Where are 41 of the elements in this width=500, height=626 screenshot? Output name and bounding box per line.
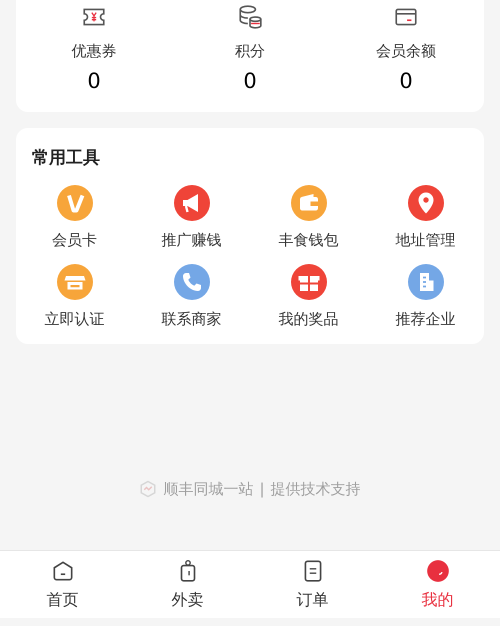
section-title: 常用工具 <box>32 146 101 170</box>
tool-label: 会员卡 <box>52 230 97 252</box>
coins-icon <box>237 4 263 30</box>
v-letter-icon <box>56 185 92 222</box>
gift-icon <box>290 264 326 300</box>
building-icon <box>408 264 444 300</box>
tool-item[interactable]: 推荐企业 <box>367 264 484 330</box>
megaphone-icon <box>174 185 210 222</box>
tab-item[interactable]: 外卖 <box>125 551 250 618</box>
tab-item[interactable]: 首页 <box>0 551 125 618</box>
tool-item[interactable]: 联系商家 <box>133 264 250 330</box>
tool-item[interactable]: 立即认证 <box>16 264 133 330</box>
tab-item[interactable]: 订单 <box>250 551 375 618</box>
tool-item[interactable]: 推广赚钱 <box>133 185 250 252</box>
asset-value: 0 <box>87 68 101 94</box>
tool-label: 推荐企业 <box>396 308 456 330</box>
tool-label: 我的奖品 <box>278 308 338 330</box>
asset-value: 0 <box>243 68 257 94</box>
phone-icon <box>174 264 210 300</box>
tab-item[interactable]: 我的 <box>375 551 500 618</box>
asset-label: 积分 <box>235 41 265 62</box>
tool-item[interactable]: 我的奖品 <box>250 264 367 330</box>
separator-text: | <box>259 479 265 500</box>
wallet-icon <box>290 185 326 222</box>
hexagon-logo-icon <box>139 480 158 498</box>
tool-label: 立即认证 <box>44 308 104 330</box>
tool-item[interactable]: 丰食钱包 <box>250 185 367 252</box>
tool-item[interactable]: 地址管理 <box>367 185 484 252</box>
tool-label: 推广赚钱 <box>162 230 222 252</box>
brand-text: 顺丰同城一站 <box>163 479 254 500</box>
asset-label: 会员余额 <box>376 41 436 62</box>
asset-label: 优惠券 <box>72 41 116 62</box>
support-text: 提供技术支持 <box>270 479 361 500</box>
tool-label: 联系商家 <box>162 308 222 330</box>
tool-label: 地址管理 <box>396 230 456 252</box>
user-icon <box>424 558 450 584</box>
tool-item[interactable]: 会员卡 <box>16 185 133 252</box>
storefront-icon <box>56 264 92 300</box>
asset-value: 0 <box>399 68 413 94</box>
location-pin-icon <box>408 185 444 222</box>
tool-label: 丰食钱包 <box>278 230 338 252</box>
